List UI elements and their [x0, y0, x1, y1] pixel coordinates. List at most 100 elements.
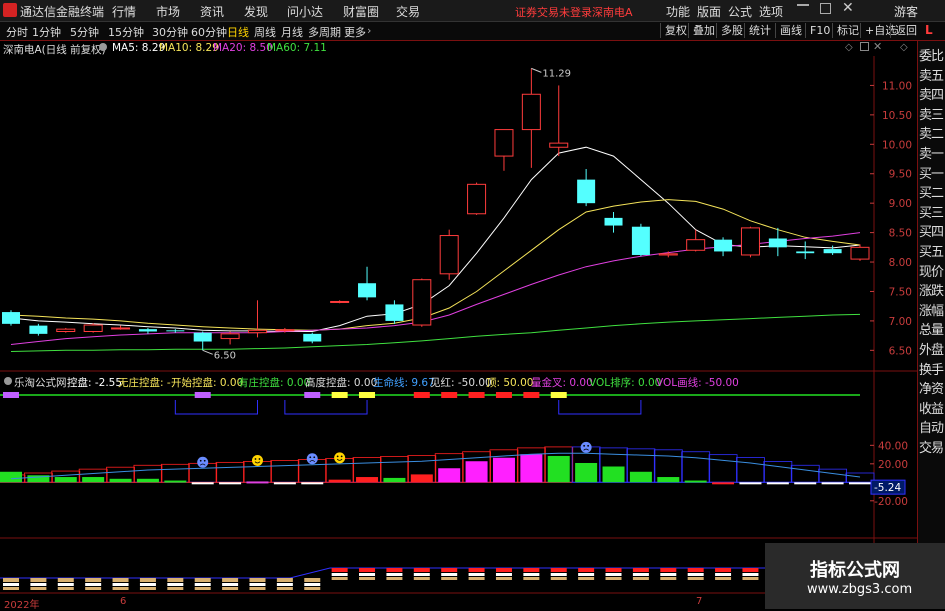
bottom-strip-block — [550, 573, 567, 576]
indicator-settings-icon[interactable] — [4, 377, 12, 385]
indicator-bar — [766, 482, 789, 485]
candle-body — [303, 333, 322, 342]
bottom-strip-block — [495, 577, 512, 580]
status-strip-block — [495, 392, 512, 398]
side-panel-item[interactable]: 买四 — [919, 221, 945, 240]
indicator-bar — [410, 474, 433, 483]
side-panel-item[interactable]: 换手 — [919, 359, 945, 378]
bottom-strip-block — [660, 577, 677, 580]
indicator-bar — [712, 482, 735, 485]
indicator-bar — [301, 482, 324, 485]
candle-body — [549, 142, 569, 148]
candle-body — [330, 300, 350, 303]
bottom-strip-block — [413, 573, 430, 576]
y-tick-label: 7.00 — [889, 316, 912, 328]
indicator-bar — [273, 482, 296, 485]
side-panel-item[interactable]: 委比 — [919, 45, 945, 64]
bottom-strip-block — [441, 577, 458, 580]
side-panel-item[interactable]: 买五 — [919, 241, 945, 260]
bottom-strip-block — [276, 587, 293, 590]
indicator-bar — [684, 480, 707, 483]
indicator-bar — [492, 457, 515, 483]
stair-step — [736, 457, 765, 483]
bottom-strip-block — [112, 578, 129, 582]
indicator-header-value: 量金叉: 0.00 — [531, 377, 593, 389]
bottom-strip-block — [687, 568, 704, 572]
side-panel-item[interactable]: 外盘 — [919, 339, 945, 358]
indicator-header-value: 生命线: 9.67 — [373, 377, 435, 389]
bottom-strip-block — [742, 577, 759, 580]
sad-face-icon — [197, 456, 209, 468]
side-panel-item[interactable]: 卖二 — [919, 123, 945, 142]
bottom-strip-block — [194, 583, 211, 586]
bottom-strip-block — [3, 587, 19, 590]
indicator-bar — [54, 477, 77, 483]
bottom-strip-block — [578, 568, 595, 572]
bottom-strip-block — [249, 578, 266, 582]
candle-body — [796, 251, 815, 254]
candle-body — [166, 330, 185, 332]
bottom-strip-block — [304, 578, 321, 582]
y-tick-label: 8.00 — [889, 257, 912, 269]
bottom-strip-block — [249, 587, 266, 590]
sad-face-icon — [306, 453, 318, 465]
side-panel-item[interactable]: 买三 — [919, 202, 945, 221]
bottom-strip-block — [85, 578, 102, 582]
candle-body — [385, 304, 404, 321]
side-panel-item[interactable]: 卖三 — [919, 104, 945, 123]
side-panel-item[interactable]: 卖五 — [919, 65, 945, 84]
side-panel-item[interactable]: 卖四 — [919, 84, 945, 103]
bottom-strip-block — [276, 578, 293, 582]
status-strip-block — [194, 392, 211, 398]
bottom-strip-block — [742, 568, 759, 572]
side-panel-item[interactable]: 现价 — [919, 261, 945, 280]
side-panel-item[interactable]: 买二 — [919, 182, 945, 201]
candle-body — [604, 217, 623, 226]
side-panel-item[interactable]: 卖一 — [919, 143, 945, 162]
bottom-strip-block — [331, 577, 348, 580]
status-strip-block — [413, 392, 430, 398]
side-panel-item[interactable]: 净资 — [919, 378, 945, 397]
indicator-bar — [82, 477, 105, 483]
side-panel-item[interactable]: 交易 — [919, 437, 945, 456]
candle-body — [823, 249, 842, 254]
annotation-label: 11.29 — [542, 68, 571, 79]
bottom-strip-block — [386, 568, 403, 572]
status-strip-block — [523, 392, 540, 398]
side-panel-item[interactable]: 自动 — [919, 417, 945, 436]
indicator-bar — [438, 468, 461, 483]
face-eye — [587, 444, 590, 447]
bottom-strip-block — [523, 568, 540, 572]
side-panel-item[interactable]: 收益 — [919, 398, 945, 417]
bottom-strip-block — [413, 577, 430, 580]
x-axis-month-6: 6 — [120, 596, 127, 607]
sad-face-icon — [580, 441, 592, 453]
candle-body — [494, 129, 514, 157]
stair-step — [160, 463, 190, 483]
indicator-bar — [136, 478, 159, 483]
status-strip-block — [3, 392, 19, 398]
indicator-header-value: VOL排序: 0.00 — [589, 377, 662, 389]
y-tick-label: 9.00 — [889, 198, 912, 210]
face-eye — [309, 456, 312, 459]
side-panel-item[interactable]: 总量 — [919, 319, 945, 338]
candle-body — [83, 324, 103, 333]
indicator-bar — [164, 480, 187, 483]
y-tick-label: 9.50 — [889, 169, 912, 181]
last-value-label: -5.24 — [874, 482, 901, 494]
chart-canvas[interactable]: 11.00 10.50 10.00 9.50 9.00 8.50 8.00 7.50 7.00 6… — [0, 0, 945, 609]
face-eye — [583, 444, 586, 447]
side-panel-item[interactable]: 买一 — [919, 163, 945, 182]
bottom-strip-block — [386, 573, 403, 576]
bottom-strip-block — [304, 587, 321, 590]
candle-body — [111, 327, 131, 330]
indicator-header-value: 无庄控盘: - — [118, 377, 171, 389]
bottom-strip-block — [742, 573, 759, 576]
side-panel-item[interactable]: 涨跌 — [919, 280, 945, 299]
bottom-strip-block — [57, 587, 74, 590]
candle-body — [631, 226, 650, 255]
bottom-strip-block — [249, 583, 266, 586]
face-eye — [203, 459, 206, 462]
status-strip-block — [550, 392, 567, 398]
side-panel-item[interactable]: 涨幅 — [919, 300, 945, 319]
